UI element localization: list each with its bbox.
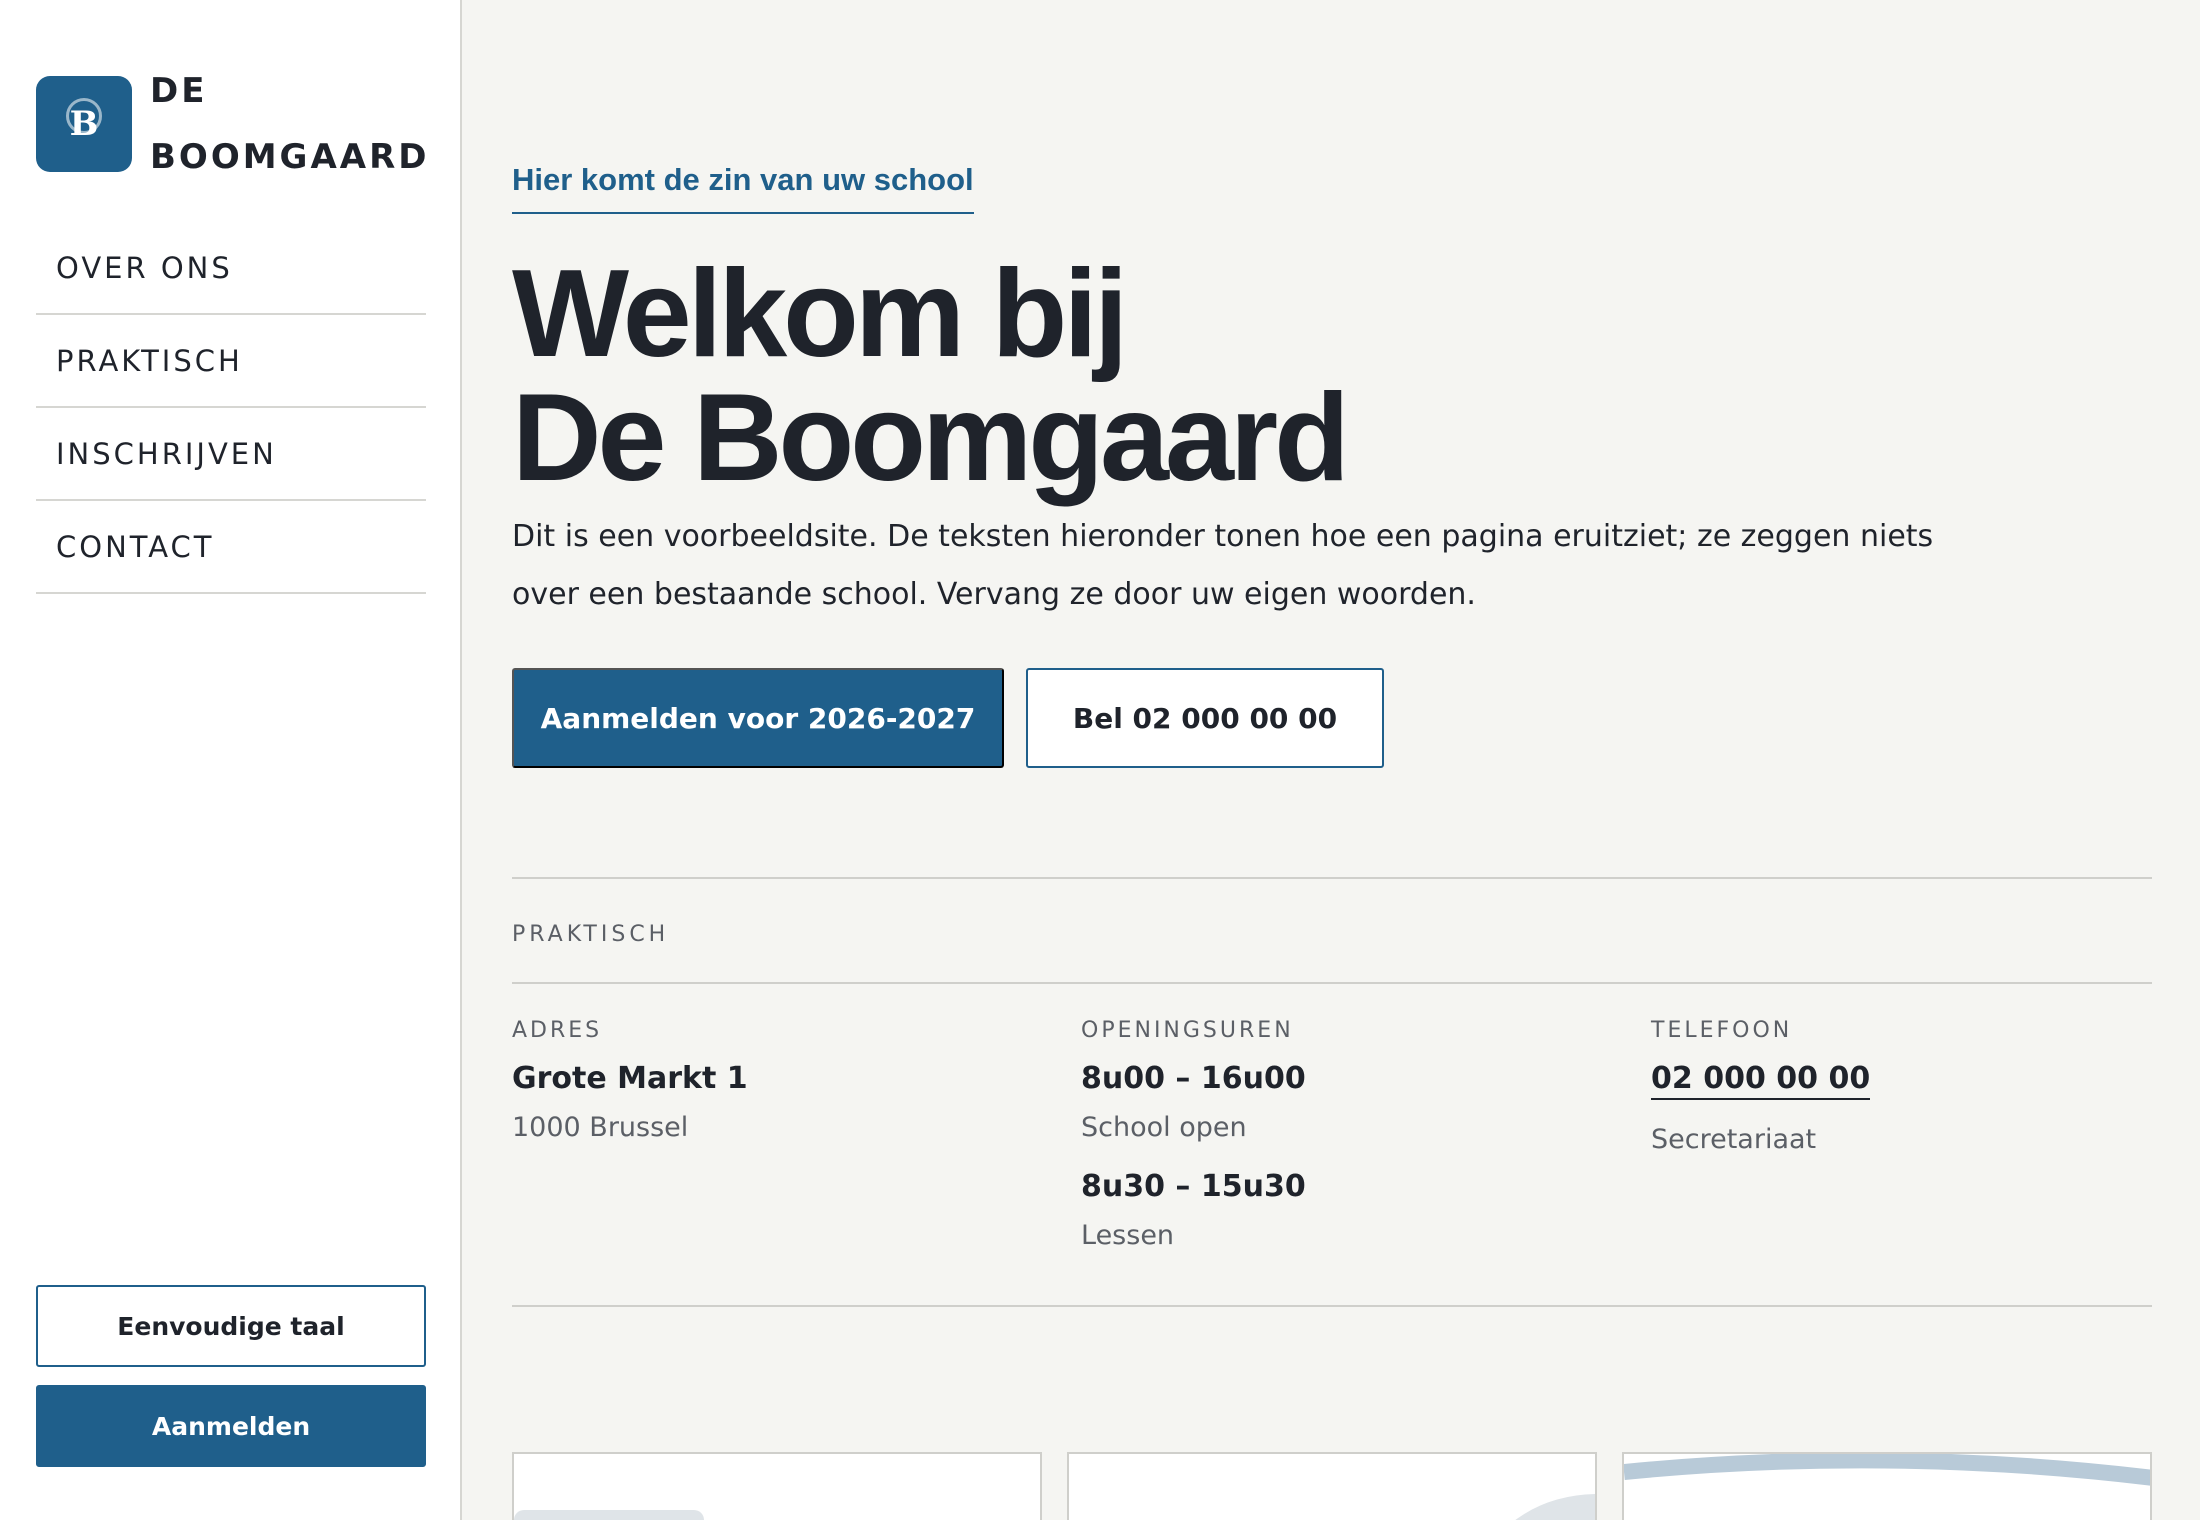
brand-name-line1: DE: [150, 71, 208, 111]
lesson-hours-caption: Lessen: [1081, 1220, 1175, 1251]
easy-language-button[interactable]: Eenvoudige taal: [36, 1285, 426, 1367]
content-card[interactable]: [1622, 1452, 2152, 1520]
card-illustration: [1624, 1454, 2150, 1486]
intro-text: Dit is een voorbeeldsite. De teksten hie…: [512, 519, 1934, 612]
school-hours-caption: School open: [1081, 1112, 1247, 1143]
signup-school-year-button[interactable]: Aanmelden voor 2026-2027: [512, 668, 1004, 768]
school-tagline: Hier komt de zin van uw school: [512, 162, 974, 214]
nav-item-over-ons[interactable]: OVER ONS: [36, 222, 426, 315]
sidebar: B DE BOOMGAARD OVER ONS PRAKTISCH INSCHR…: [0, 0, 462, 1520]
divider: [512, 877, 2152, 879]
address-city: 1000 Brussel: [512, 1112, 689, 1143]
card-illustration: [514, 1510, 704, 1520]
brand[interactable]: B DE BOOMGAARD: [36, 58, 430, 190]
address-label: ADRES: [512, 1018, 603, 1043]
phone-caption: Secretariaat: [1651, 1124, 1817, 1155]
hours-label: OPENINGSUREN: [1081, 1018, 1294, 1043]
logo-letter: B: [69, 104, 99, 144]
main-nav: OVER ONS PRAKTISCH INSCHRIJVEN CONTACT: [36, 222, 426, 594]
divider: [512, 982, 2152, 984]
phone-link[interactable]: 02 000 00 00: [1651, 1061, 1871, 1100]
page-title-line1: Welkom bij: [512, 245, 1128, 383]
phone-label: TELEFOON: [1651, 1018, 1793, 1043]
page-title: Welkom bij De Boomgaard: [512, 245, 1350, 507]
school-logo-icon: B: [36, 76, 132, 172]
content-card[interactable]: [1067, 1452, 1597, 1520]
divider: [512, 1305, 2152, 1307]
section-label-praktisch: PRAKTISCH: [512, 922, 670, 947]
nav-item-contact[interactable]: CONTACT: [36, 501, 426, 594]
brand-name: DE BOOMGAARD: [150, 58, 430, 190]
page-title-line2: De Boomgaard: [512, 369, 1350, 507]
content-card[interactable]: [512, 1452, 1042, 1520]
signup-button[interactable]: Aanmelden: [36, 1385, 426, 1467]
address-street: Grote Markt 1: [512, 1061, 748, 1096]
address-block: ADRES Grote Markt 1 1000 Brussel: [512, 1018, 748, 1143]
call-button[interactable]: Bel 02 000 00 00: [1026, 668, 1384, 768]
phone-block: TELEFOON 02 000 00 00 Secretariaat: [1651, 1018, 1871, 1155]
main-content: Hier komt de zin van uw school Welkom bi…: [512, 0, 2152, 1520]
nav-item-praktisch[interactable]: PRAKTISCH: [36, 315, 426, 408]
lesson-hours: 8u30 – 15u30: [1081, 1169, 1306, 1204]
school-hours: 8u00 – 16u00: [1081, 1061, 1306, 1096]
brand-name-line2: BOOMGAARD: [150, 137, 430, 177]
hours-block: OPENINGSUREN 8u00 – 16u00 School open 8u…: [1081, 1018, 1306, 1251]
card-illustration: [1515, 1494, 1595, 1520]
nav-item-inschrijven[interactable]: INSCHRIJVEN: [36, 408, 426, 501]
